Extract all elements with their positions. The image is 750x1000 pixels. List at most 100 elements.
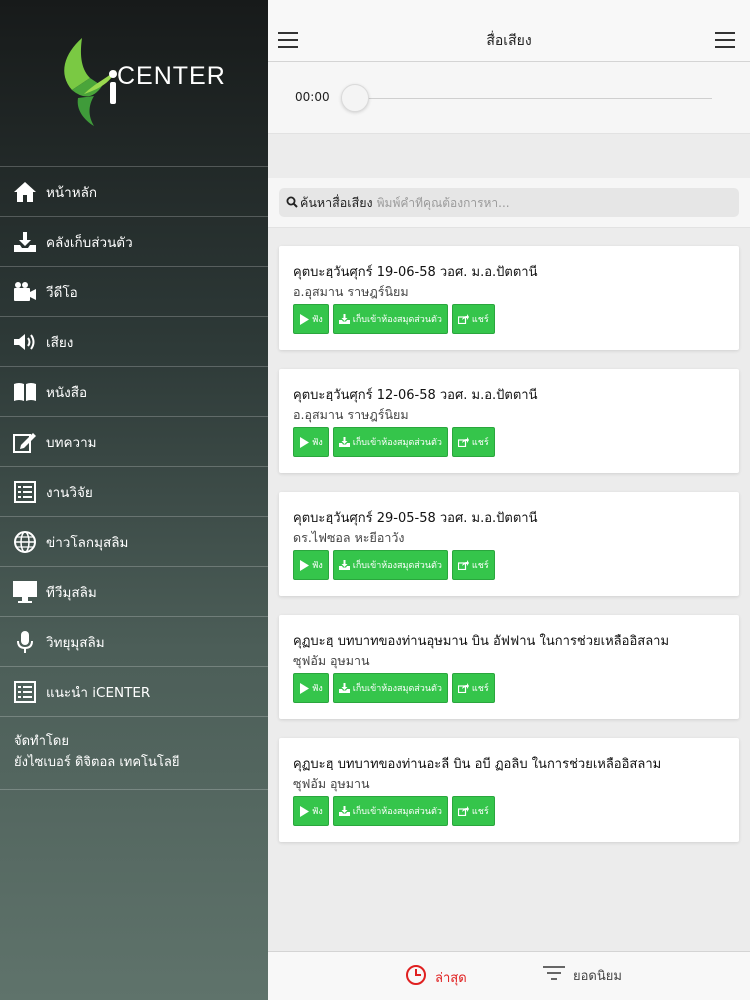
filter-icon xyxy=(543,964,565,986)
share-icon xyxy=(457,806,469,816)
listen-button[interactable]: ฟัง xyxy=(293,304,329,334)
play-icon xyxy=(299,682,309,694)
sidebar-item-label: งานวิจัย xyxy=(46,484,93,501)
top-bar: สื่อเสียง xyxy=(268,0,750,62)
sidebar-item-about[interactable]: แนะนำ iCENTER xyxy=(0,667,268,717)
sidebar-item-private-library[interactable]: คลังเก็บส่วนตัว xyxy=(0,217,268,267)
video-camera-icon xyxy=(12,279,38,305)
listen-label: ฟัง xyxy=(312,438,323,448)
card-actions: ฟัง เก็บเข้าห้องสมุดส่วนตัว แชร์ xyxy=(293,673,495,703)
bottom-tab-bar: ล่าสุด ยอดนิยม xyxy=(268,951,750,1000)
sidebar: CENTER หน้าหลัก คลังเก็บส่วนตัว วีดีโอ เ… xyxy=(0,0,268,1000)
sidebar-item-label: วิทยุมุสลิม xyxy=(46,634,105,651)
save-to-library-button[interactable]: เก็บเข้าห้องสมุดส่วนตัว xyxy=(332,796,448,826)
download-tray-icon xyxy=(12,229,38,255)
share-button[interactable]: แชร์ xyxy=(451,304,495,334)
sidebar-item-label: เสียง xyxy=(46,334,74,351)
sidebar-menu: หน้าหลัก คลังเก็บส่วนตัว วีดีโอ เสียง หน… xyxy=(0,166,268,790)
card-actions: ฟัง เก็บเข้าห้องสมุดส่วนตัว แชร์ xyxy=(293,304,495,334)
page-title: สื่อเสียง xyxy=(486,33,532,49)
search-section: ค้นหาสื่อเสียง xyxy=(268,178,750,228)
download-tray-icon xyxy=(338,683,350,693)
listen-label: ฟัง xyxy=(312,684,323,694)
sidebar-item-label: ทีวีมุสลิม xyxy=(46,584,97,601)
sidebar-item-world-news[interactable]: ข่าวโลกมุสลิม xyxy=(0,517,268,567)
sidebar-item-video[interactable]: วีดีโอ xyxy=(0,267,268,317)
player-progress-track[interactable] xyxy=(354,98,712,99)
sidebar-item-books[interactable]: หนังสือ xyxy=(0,367,268,417)
save-label: เก็บเข้าห้องสมุดส่วนตัว xyxy=(352,561,442,571)
audio-card[interactable]: คุฏบะฮฺ บทบาทของท่านอุษมาน บิน อัฟฟาน ใน… xyxy=(279,615,739,719)
clock-icon xyxy=(405,964,427,990)
search-label: ค้นหาสื่อเสียง xyxy=(300,194,373,210)
save-to-library-button[interactable]: เก็บเข้าห้องสมุดส่วนตัว xyxy=(332,550,448,580)
audio-card[interactable]: คุตบะฮฺวันศุกร์ 12-06-58 วอศ. ม.อ.ปัตตาน… xyxy=(279,369,739,473)
tab-popular[interactable]: ยอดนิยม xyxy=(543,964,622,986)
audio-author: ซุฟอัม อุษมาน xyxy=(293,776,370,791)
document-list-icon xyxy=(12,479,38,505)
audio-author: ดร.ไฟซอล หะยีอาวัง xyxy=(293,530,405,545)
share-icon xyxy=(457,314,469,324)
logo-text: CENTER xyxy=(117,62,226,90)
save-label: เก็บเข้าห้องสมุดส่วนตัว xyxy=(352,438,442,448)
search-icon xyxy=(286,193,298,212)
listen-button[interactable]: ฟัง xyxy=(293,427,329,457)
credit-line2: ยังไซเบอร์ ดิจิตอล เทคโนโลยี xyxy=(14,755,180,770)
sidebar-item-research[interactable]: งานวิจัย xyxy=(0,467,268,517)
sidebar-item-muslim-radio[interactable]: วิทยุมุสลิม xyxy=(0,617,268,667)
player-progress-knob[interactable] xyxy=(341,84,369,112)
share-label: แชร์ xyxy=(471,438,489,448)
audio-card[interactable]: คุตบะฮฺวันศุกร์ 29-05-58 วอศ. ม.อ.ปัตตาน… xyxy=(279,492,739,596)
audio-title: คุฏบะฮฺ บทบาทของท่านอะลี บิน อบี ฏอลิบ ใ… xyxy=(293,757,662,772)
player-time: 00:00 xyxy=(295,90,330,104)
save-to-library-button[interactable]: เก็บเข้าห้องสมุดส่วนตัว xyxy=(332,427,448,457)
globe-icon xyxy=(12,529,38,555)
home-icon xyxy=(12,179,38,205)
listen-button[interactable]: ฟัง xyxy=(293,673,329,703)
share-icon xyxy=(457,437,469,447)
save-to-library-button[interactable]: เก็บเข้าห้องสมุดส่วนตัว xyxy=(332,304,448,334)
audio-card[interactable]: คุฏบะฮฺ บทบาทของท่านอะลี บิน อบี ฏอลิบ ใ… xyxy=(279,738,739,842)
audio-author: อ.อุสมาน ราษฎร์นิยม xyxy=(293,284,409,299)
audio-card[interactable]: คุตบะฮฺวันศุกร์ 19-06-58 วอศ. ม.อ.ปัตตาน… xyxy=(279,246,739,350)
share-icon xyxy=(457,560,469,570)
card-actions: ฟัง เก็บเข้าห้องสมุดส่วนตัว แชร์ xyxy=(293,796,495,826)
audio-title: คุตบะฮฺวันศุกร์ 19-06-58 วอศ. ม.อ.ปัตตาน… xyxy=(293,265,538,280)
listen-label: ฟัง xyxy=(312,807,323,817)
play-icon xyxy=(299,436,309,448)
search-input[interactable] xyxy=(376,195,739,210)
save-to-library-button[interactable]: เก็บเข้าห้องสมุดส่วนตัว xyxy=(332,673,448,703)
share-button[interactable]: แชร์ xyxy=(451,796,495,826)
book-icon xyxy=(12,379,38,405)
microphone-icon xyxy=(12,629,38,655)
audio-title: คุตบะฮฺวันศุกร์ 29-05-58 วอศ. ม.อ.ปัตตาน… xyxy=(293,511,538,526)
sidebar-item-audio[interactable]: เสียง xyxy=(0,317,268,367)
sidebar-item-articles[interactable]: บทความ xyxy=(0,417,268,467)
share-label: แชร์ xyxy=(471,561,489,571)
save-label: เก็บเข้าห้องสมุดส่วนตัว xyxy=(352,315,442,325)
audio-title: คุฏบะฮฺ บทบาทของท่านอุษมาน บิน อัฟฟาน ใน… xyxy=(293,634,670,649)
share-button[interactable]: แชร์ xyxy=(451,550,495,580)
share-button[interactable]: แชร์ xyxy=(451,673,495,703)
share-icon xyxy=(457,683,469,693)
search-box[interactable]: ค้นหาสื่อเสียง xyxy=(279,188,739,217)
tab-latest[interactable]: ล่าสุด xyxy=(405,964,467,990)
monitor-icon xyxy=(12,579,38,605)
sidebar-item-label: แนะนำ iCENTER xyxy=(46,684,151,701)
right-menu-icon[interactable] xyxy=(715,32,735,48)
share-button[interactable]: แชร์ xyxy=(451,427,495,457)
audio-title: คุตบะฮฺวันศุกร์ 12-06-58 วอศ. ม.อ.ปัตตาน… xyxy=(293,388,538,403)
download-tray-icon xyxy=(338,806,350,816)
sidebar-item-muslim-tv[interactable]: ทีวีมุสลิม xyxy=(0,567,268,617)
play-icon xyxy=(299,559,309,571)
sidebar-item-home[interactable]: หน้าหลัก xyxy=(0,167,268,217)
credit-line1: จัดทำโดย xyxy=(14,734,69,749)
listen-label: ฟัง xyxy=(312,315,323,325)
listen-button[interactable]: ฟัง xyxy=(293,796,329,826)
tab-latest-label: ล่าสุด xyxy=(435,970,467,986)
listen-button[interactable]: ฟัง xyxy=(293,550,329,580)
sidebar-item-label: หนังสือ xyxy=(46,384,88,401)
save-label: เก็บเข้าห้องสมุดส่วนตัว xyxy=(352,684,442,694)
card-actions: ฟัง เก็บเข้าห้องสมุดส่วนตัว แชร์ xyxy=(293,427,495,457)
download-tray-icon xyxy=(338,437,350,447)
